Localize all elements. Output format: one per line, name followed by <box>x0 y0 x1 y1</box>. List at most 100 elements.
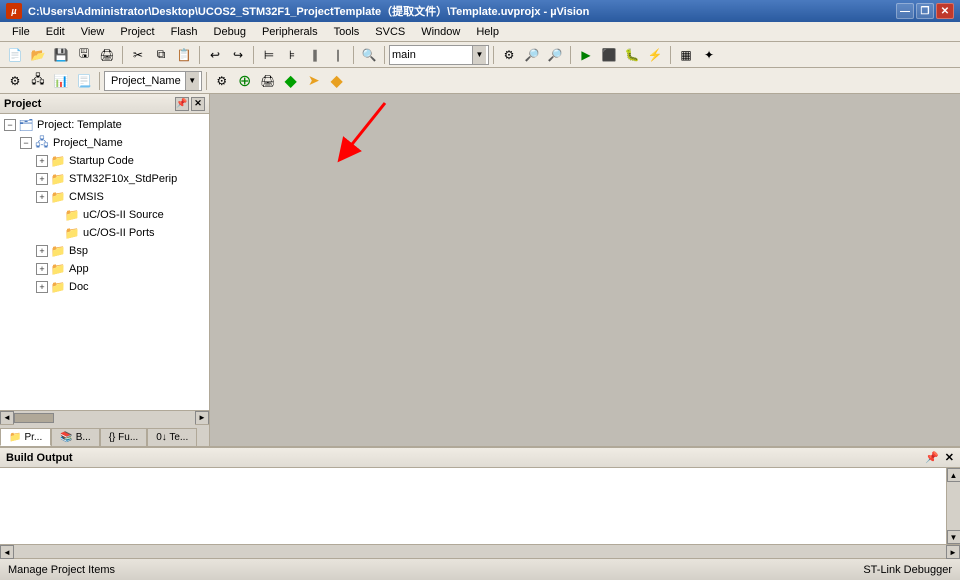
tree-item-doc[interactable]: + 📁 Doc <box>0 278 209 296</box>
more-button[interactable]: ▦ <box>675 44 697 66</box>
hscroll-right[interactable]: ► <box>195 411 209 425</box>
tree-item-bsp[interactable]: + 📁 Bsp <box>0 242 209 260</box>
build-hscroll-left[interactable]: ◄ <box>0 545 14 559</box>
cut-button[interactable]: ✂ <box>127 44 149 66</box>
tree-item-cmsis[interactable]: + 📁 CMSIS <box>0 188 209 206</box>
ucos-source-icon: 📁 <box>64 208 80 222</box>
tree-item-app[interactable]: + 📁 App <box>0 260 209 278</box>
new-file-button[interactable]: 📄 <box>4 44 26 66</box>
menu-help[interactable]: Help <box>468 24 507 40</box>
ucos-ports-icon: 📁 <box>64 226 80 240</box>
build-output-controls: 📌 ✕ <box>925 451 954 464</box>
minimize-button[interactable]: — <box>896 3 914 19</box>
extra-button[interactable]: ✦ <box>698 44 720 66</box>
menu-flash[interactable]: Flash <box>163 24 206 40</box>
zoom-button[interactable]: 🔎 <box>544 44 566 66</box>
undo-button[interactable]: ↩ <box>204 44 226 66</box>
tab-functions[interactable]: {} Fu... <box>100 428 147 446</box>
menu-edit[interactable]: Edit <box>38 24 73 40</box>
project-dropdown-button[interactable]: ▼ <box>185 72 199 90</box>
panel-close-button[interactable]: ✕ <box>191 97 205 111</box>
build-hscroll-right[interactable]: ► <box>946 545 960 559</box>
build-output-panel: Build Output 📌 ✕ ▲ ▼ ◄ ► <box>0 446 960 558</box>
run-button[interactable]: ▶ <box>575 44 597 66</box>
expander-startup[interactable]: + <box>36 155 48 167</box>
vscroll-up[interactable]: ▲ <box>947 468 960 482</box>
hscroll-track <box>14 411 195 425</box>
unindent-button[interactable]: ⊧ <box>281 44 303 66</box>
t2-arrow-right[interactable]: ➤ <box>303 70 325 92</box>
expander-cmsis[interactable]: + <box>36 191 48 203</box>
maximize-button[interactable]: ❒ <box>916 3 934 19</box>
menu-project[interactable]: Project <box>112 24 162 40</box>
t2-btn1[interactable]: ⚙ <box>4 70 26 92</box>
workspace: Project 📌 ✕ − 🗂 Project: Template − 🖧 Pr… <box>0 94 960 446</box>
search-dropdown-button[interactable]: ▼ <box>472 46 486 64</box>
t2-green-button[interactable]: ⊕ <box>234 70 256 92</box>
menu-window[interactable]: Window <box>413 24 468 40</box>
copy-button[interactable]: ⧉ <box>150 44 172 66</box>
tab-project-label: Pr... <box>24 432 42 443</box>
search-input[interactable]: main <box>392 49 472 61</box>
toolbar-separator-1 <box>122 46 123 64</box>
stop-button[interactable]: ⬛ <box>598 44 620 66</box>
project-name-label: Project_Name <box>107 75 185 87</box>
tree-item-stm32[interactable]: + 📁 STM32F10x_StdPerip <box>0 170 209 188</box>
tree-label-ucos-source: uC/OS-II Source <box>83 209 164 221</box>
debug-button[interactable]: 🐛 <box>621 44 643 66</box>
tab-templates[interactable]: 0↓ Te... <box>147 428 197 446</box>
t2-diamond-orange[interactable]: ◆ <box>326 70 348 92</box>
build-close-button[interactable]: ✕ <box>945 451 954 464</box>
uncomment-button[interactable]: ∣ <box>327 44 349 66</box>
expander-doc[interactable]: + <box>36 281 48 293</box>
redo-button[interactable]: ↪ <box>227 44 249 66</box>
close-button[interactable]: ✕ <box>936 3 954 19</box>
t2-btn4[interactable]: 📃 <box>73 70 95 92</box>
menu-file[interactable]: File <box>4 24 38 40</box>
tree-item-ucos-source[interactable]: 📁 uC/OS-II Source <box>0 206 209 224</box>
tree-item-project-name[interactable]: − 🖧 Project_Name <box>0 134 209 152</box>
panel-pin-button[interactable]: 📌 <box>175 97 189 111</box>
build-button[interactable]: ⚡ <box>644 44 666 66</box>
expander-bsp[interactable]: + <box>36 245 48 257</box>
hscroll-left[interactable]: ◄ <box>0 411 14 425</box>
find-button[interactable]: 🔍 <box>358 44 380 66</box>
t2-print-button[interactable]: 🖨 <box>257 70 279 92</box>
t2-btn2[interactable]: 🖧 <box>27 70 49 92</box>
indent-button[interactable]: ⊨ <box>258 44 280 66</box>
open-file-button[interactable]: 📂 <box>27 44 49 66</box>
expander-stm32[interactable]: + <box>36 173 48 185</box>
t2-settings-button[interactable]: ⚙ <box>211 70 233 92</box>
expander-project-name[interactable]: − <box>20 137 32 149</box>
menu-svcs[interactable]: SVCS <box>367 24 413 40</box>
expander-root[interactable]: − <box>4 119 16 131</box>
window-title: C:\Users\Administrator\Desktop\UCOS2_STM… <box>28 3 589 19</box>
inc-dec-button[interactable]: 🔎 <box>521 44 543 66</box>
toolbar-separator-3 <box>253 46 254 64</box>
save-all-button[interactable]: 🖫 <box>73 44 95 66</box>
comment-button[interactable]: ∥ <box>304 44 326 66</box>
tab-books-icon: 📚 <box>60 432 72 443</box>
tree-item-ucos-ports[interactable]: 📁 uC/OS-II Ports <box>0 224 209 242</box>
print-button[interactable]: 🖨 <box>96 44 118 66</box>
t2-btn3[interactable]: 📊 <box>50 70 72 92</box>
vscroll-down[interactable]: ▼ <box>947 530 960 544</box>
target-options-button[interactable]: ⚙ <box>498 44 520 66</box>
project-panel-title: Project <box>4 98 41 110</box>
paste-button[interactable]: 📋 <box>173 44 195 66</box>
t2-diamond-green[interactable]: ◆ <box>280 70 302 92</box>
tree-item-project-root[interactable]: − 🗂 Project: Template <box>0 116 209 134</box>
tab-project[interactable]: 📁 Pr... <box>0 428 51 446</box>
tab-books[interactable]: 📚 B... <box>51 428 99 446</box>
menu-view[interactable]: View <box>73 24 113 40</box>
tree-item-startup[interactable]: + 📁 Startup Code <box>0 152 209 170</box>
menu-tools[interactable]: Tools <box>326 24 368 40</box>
hscroll-thumb[interactable] <box>14 413 54 423</box>
t2-sep1 <box>99 72 100 90</box>
status-right: ST-Link Debugger <box>863 564 952 576</box>
build-pin-button[interactable]: 📌 <box>925 451 939 464</box>
expander-app[interactable]: + <box>36 263 48 275</box>
menu-peripherals[interactable]: Peripherals <box>254 24 326 40</box>
menu-debug[interactable]: Debug <box>206 24 254 40</box>
save-button[interactable]: 💾 <box>50 44 72 66</box>
